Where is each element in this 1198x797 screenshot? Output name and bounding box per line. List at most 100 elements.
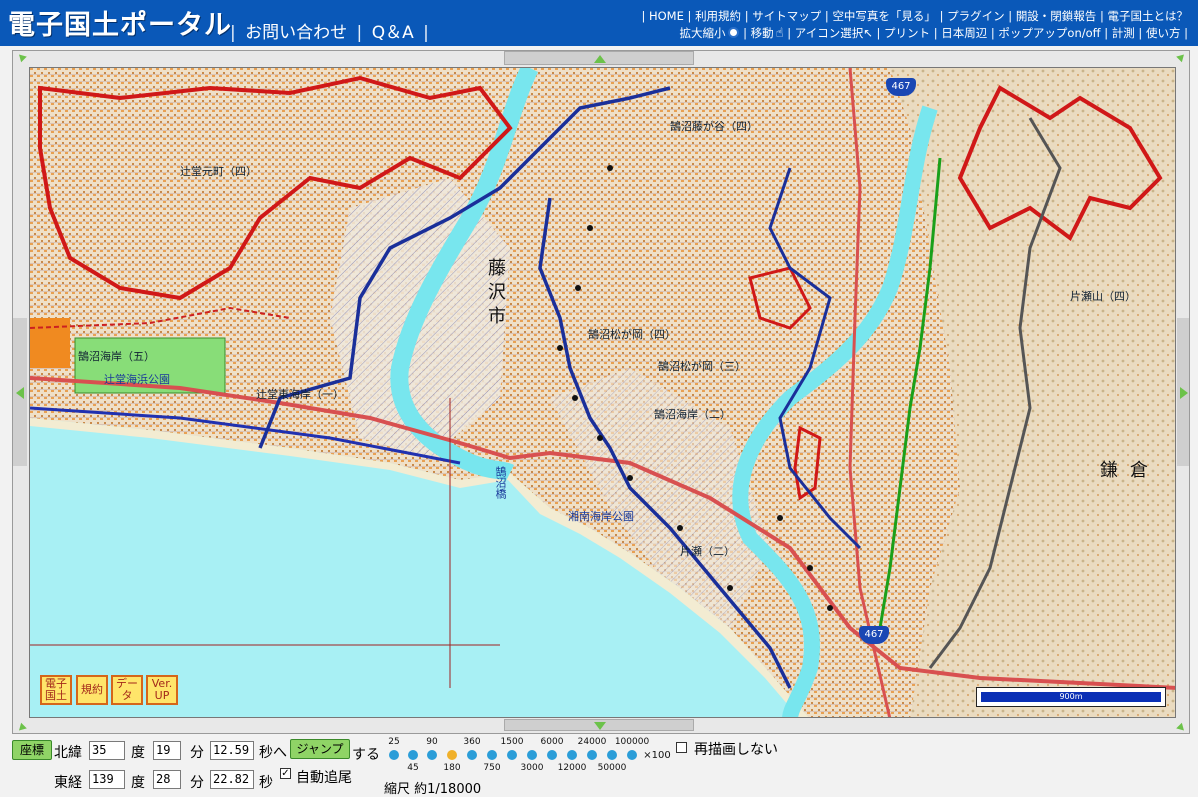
zoom-dot-24000[interactable] <box>587 750 597 760</box>
lon-second-input[interactable]: 22.82 <box>210 770 254 789</box>
top-links-row1: | HOME | 利用規約 | サイトマップ | 空中写真を「見る」 | プラグ… <box>641 9 1189 23</box>
portal-logo[interactable]: 電子国土ポータル <box>8 3 232 42</box>
top-links: | HOME | 利用規約 | サイトマップ | 空中写真を「見る」 | プラグ… <box>641 8 1188 42</box>
sitemap-link[interactable]: サイトマップ <box>752 9 821 23</box>
pan-south-arrow-icon[interactable] <box>594 722 606 730</box>
how-to-use-link[interactable]: 使い方 <box>1146 26 1181 40</box>
measure-link[interactable]: 計測 <box>1112 26 1135 40</box>
scale-bar-label: 900m <box>981 692 1161 702</box>
zoom-tick-100000: 100000 <box>614 737 650 747</box>
zoom-tick-6000: 6000 <box>540 737 564 747</box>
route-467-sign-north: 467 <box>886 78 916 96</box>
main-nav: | お問い合わせ | Q＆A | <box>230 23 429 43</box>
header-bar: 電子国土ポータル | お問い合わせ | Q＆A | | HOME | 利用規約 … <box>0 0 1198 46</box>
about-link[interactable]: 電子国土とは？ <box>1108 9 1189 23</box>
zoom-tool-icon <box>728 27 740 38</box>
park-label: 辻堂海浜公園 <box>104 373 170 386</box>
zoom-dot-90[interactable] <box>427 750 437 760</box>
city-label-kamakura: 鎌倉 <box>1100 460 1160 481</box>
japan-surroundings-link[interactable]: 日本周辺 <box>941 26 987 40</box>
lat-minute-unit: 分 <box>190 745 204 761</box>
lon-degree-input[interactable]: 139 <box>89 770 125 789</box>
lat-second-input[interactable]: 12.59 <box>210 741 254 760</box>
zoom-dot-25[interactable] <box>389 750 399 760</box>
zoom-tick-25: 25 <box>388 737 400 747</box>
no-redraw-label: 再描画しない <box>694 742 778 758</box>
lon-degree-unit: 度 <box>131 775 145 791</box>
area-label-5: 辻堂元町（四） <box>180 165 257 178</box>
version-up-button[interactable]: Ver. UP <box>146 675 178 705</box>
plugin-link[interactable]: プラグイン <box>947 9 1005 23</box>
area-label-8: 鵠沼海岸（二） <box>654 408 731 421</box>
auto-follow-label: 自動追尾 <box>296 770 352 786</box>
zoom-dot-100000[interactable] <box>627 750 637 760</box>
auto-follow-checkbox[interactable]: ✓ <box>280 768 291 779</box>
pan-east-arrow-icon[interactable] <box>1180 387 1188 399</box>
lon-minute-unit: 分 <box>190 775 204 791</box>
area-label-9: 辻堂東海岸（一） <box>256 388 344 401</box>
open-close-report-link[interactable]: 開設・閉鎖報告 <box>1016 9 1097 23</box>
zoom-tick-1500: 1500 <box>500 737 524 747</box>
beach-park-label: 湘南海岸公園 <box>568 510 634 523</box>
data-button[interactable]: データ <box>111 675 143 705</box>
pan-north-arrow-icon[interactable] <box>594 55 606 63</box>
zoom-slider[interactable]: 25 90 360 1500 6000 24000 100000 ×100 45… <box>384 737 684 775</box>
area-label-4: 鵠沼松が岡（三） <box>658 360 746 373</box>
terms-link[interactable]: 利用規約 <box>695 9 741 23</box>
jump-button[interactable]: ジャンプ <box>290 739 350 759</box>
cursor-arrow-icon: ↖ <box>863 26 873 40</box>
print-link[interactable]: プリント <box>884 26 930 40</box>
zoom-tick-180: 180 <box>443 763 461 773</box>
latitude-label: 北緯 <box>54 745 82 761</box>
area-label-2: 鵠沼松が岡（四） <box>588 328 676 341</box>
jump-suffix: する <box>352 747 380 763</box>
zoom-tick-90: 90 <box>426 737 438 747</box>
lon-minute-input[interactable]: 28 <box>153 770 181 789</box>
zoom-tick-360: 360 <box>463 737 481 747</box>
nav-contact-link[interactable]: お問い合わせ <box>245 23 347 43</box>
zoom-multiplier: ×100 <box>643 750 671 761</box>
zoom-dot-1500[interactable] <box>507 750 517 760</box>
zoom-dot-6000[interactable] <box>547 750 557 760</box>
zoom-tick-24000: 24000 <box>577 737 607 747</box>
lat-degree-input[interactable]: 35 <box>89 741 125 760</box>
bridge-label: 鵠沼橋 <box>494 466 507 499</box>
area-label-1: 鵠沼海岸（五） <box>78 350 155 363</box>
zoom-tick-12000: 12000 <box>557 763 587 773</box>
zoom-dot-750[interactable] <box>487 750 497 760</box>
terms-button[interactable]: 規約 <box>76 675 108 705</box>
longitude-label: 東経 <box>54 775 82 791</box>
zoom-dot-360[interactable] <box>467 750 477 760</box>
zoom-dot-12000[interactable] <box>567 750 577 760</box>
zoom-tick-750: 750 <box>483 763 501 773</box>
zoom-dot-50000[interactable] <box>607 750 617 760</box>
map-scale-text: 縮尺 約1/18000 <box>384 782 482 797</box>
popup-toggle-link[interactable]: ポップアップon/off <box>998 26 1100 40</box>
zoom-tick-3000: 3000 <box>520 763 544 773</box>
zoom-tool-link[interactable]: 拡大縮小 <box>679 26 740 40</box>
lat-second-unit: 秒へ <box>259 745 287 761</box>
lon-second-unit: 秒 <box>259 775 273 791</box>
area-label-3: 片瀬（二） <box>680 545 735 558</box>
lat-degree-unit: 度 <box>131 745 145 761</box>
coordinate-button[interactable]: 座標 <box>12 740 52 760</box>
top-links-row2: 拡大縮小 | 移動 ☝ | アイコン選択↖ | プリント | 日本周辺 | ポップ… <box>679 26 1188 41</box>
zoom-dot-180[interactable] <box>447 750 457 760</box>
move-tool-link[interactable]: 移動 ☝ <box>751 26 784 41</box>
zoom-tick-50000: 50000 <box>597 763 627 773</box>
home-link[interactable]: HOME <box>649 9 684 23</box>
pan-west-arrow-icon[interactable] <box>16 387 24 399</box>
area-label-6: 鵠沼藤が谷（四） <box>670 120 758 133</box>
hand-icon: ☝ <box>775 26 784 41</box>
zoom-dot-3000[interactable] <box>527 750 537 760</box>
zoom-dot-45[interactable] <box>408 750 418 760</box>
aerial-photo-link[interactable]: 空中写真を「見る」 <box>832 9 936 23</box>
nav-qa-link[interactable]: Q＆A <box>372 23 414 43</box>
icon-select-link[interactable]: アイコン選択↖ <box>795 26 873 40</box>
map-canvas[interactable]: 藤沢市 鎌倉 辻堂海浜公園 湘南海岸公園 鵠沼橋 鵠沼海岸（五） 鵠沼松が岡（四… <box>29 67 1176 718</box>
map-scale-bar: 900m <box>976 687 1166 707</box>
city-label-fujisawa: 藤沢市 <box>485 258 506 330</box>
route-467-sign-south: 467 <box>859 626 889 644</box>
denshi-kokudo-button[interactable]: 電子国土 <box>40 675 72 705</box>
lat-minute-input[interactable]: 19 <box>153 741 181 760</box>
